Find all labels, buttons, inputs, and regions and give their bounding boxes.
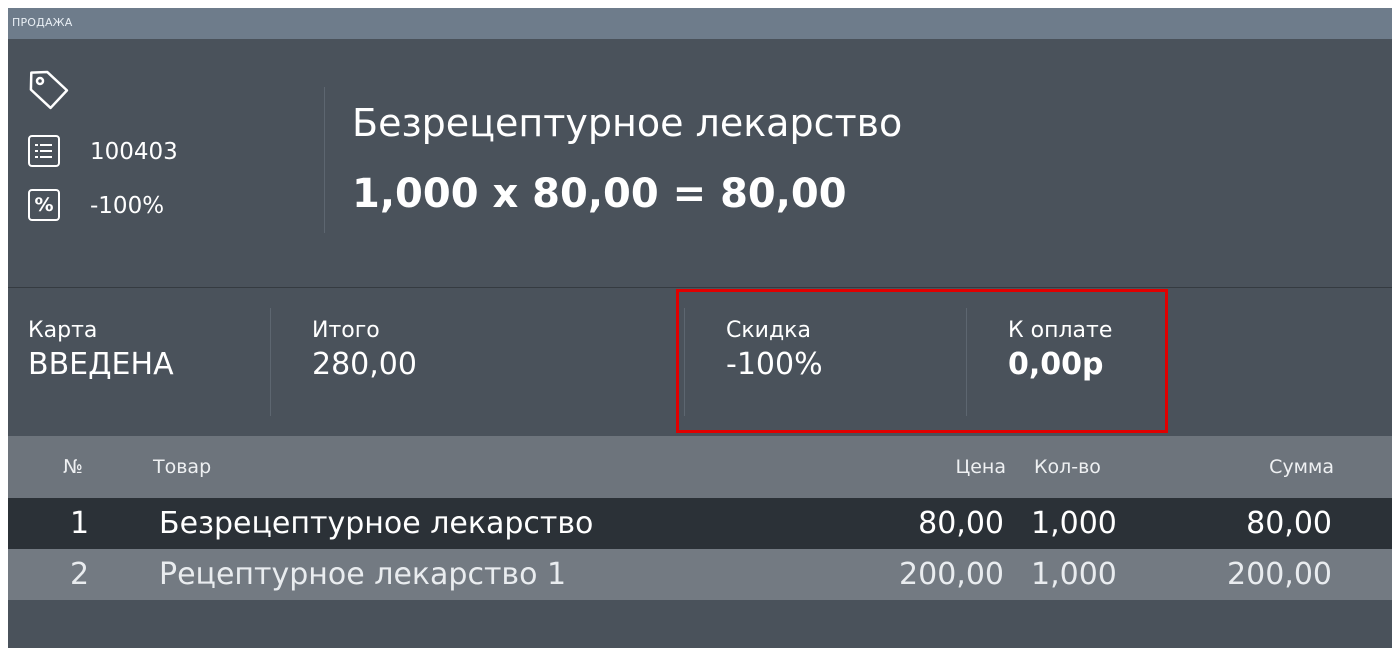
card-status: Карта ВВЕДЕНА xyxy=(28,318,174,382)
card-value: ВВЕДЕНА xyxy=(28,347,174,382)
row-num: 2 xyxy=(70,557,90,592)
total-label: Итого xyxy=(312,318,380,343)
percent-icon: % xyxy=(28,189,60,221)
product-code: 100403 xyxy=(90,139,178,165)
column-header-qty: Кол-во xyxy=(1034,456,1101,478)
product-divider xyxy=(324,87,325,233)
row-sum: 200,00 xyxy=(1227,557,1332,592)
highlight-frame xyxy=(676,289,1168,433)
product-calculation: 1,000 x 80,00 = 80,00 xyxy=(352,171,847,217)
column-header-item: Товар xyxy=(153,456,212,478)
product-discount: -100% xyxy=(90,193,165,219)
row-sum: 80,00 xyxy=(1246,506,1332,541)
row-price: 80,00 xyxy=(918,506,1004,541)
row-num: 1 xyxy=(70,506,90,541)
card-label: Карта xyxy=(28,318,98,343)
column-header-sum: Сумма xyxy=(1269,456,1334,478)
row-qty: 1,000 xyxy=(1031,557,1117,592)
list-icon xyxy=(28,135,60,167)
table-row[interactable]: 2 Рецептурное лекарство 1 200,00 1,000 2… xyxy=(8,549,1392,600)
sale-window: ПРОДАЖА 100403 % -100% Безрецептурное ле… xyxy=(8,8,1392,648)
table-header: № Товар Цена Кол-во Сумма xyxy=(8,436,1392,498)
row-item: Рецептурное лекарство 1 xyxy=(159,557,567,592)
column-header-num: № xyxy=(63,456,83,478)
row-price: 200,00 xyxy=(899,557,1004,592)
total-amount: Итого 280,00 xyxy=(312,318,417,382)
row-qty: 1,000 xyxy=(1031,506,1117,541)
window-title: ПРОДАЖА xyxy=(12,16,73,29)
product-name: Безрецептурное лекарство xyxy=(352,101,903,145)
total-value: 280,00 xyxy=(312,347,417,382)
totals-divider-1 xyxy=(270,308,271,416)
title-bar: ПРОДАЖА xyxy=(8,8,1392,39)
row-item: Безрецептурное лекарство xyxy=(159,506,594,541)
table-row[interactable]: 1 Безрецептурное лекарство 80,00 1,000 8… xyxy=(8,498,1392,549)
column-header-price: Цена xyxy=(955,456,1006,478)
current-product-panel: 100403 % -100% Безрецептурное лекарство … xyxy=(8,39,1392,287)
tag-icon xyxy=(29,70,69,110)
